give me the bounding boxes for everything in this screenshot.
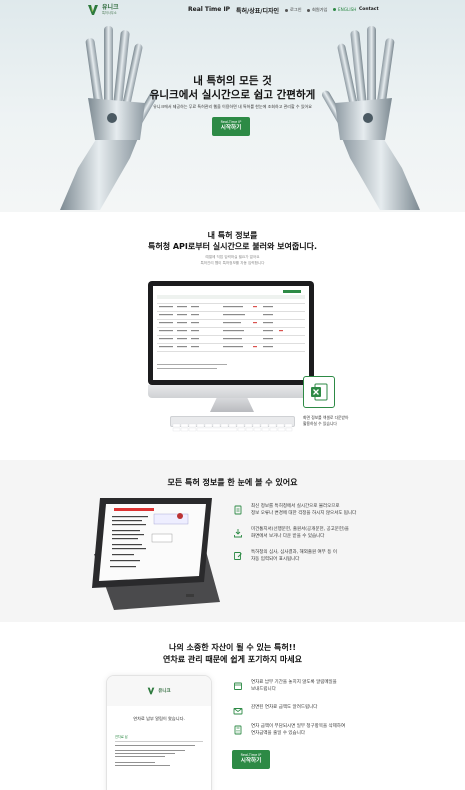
feature-claims-line1: 연차 금액이 부담되시면 일부 청구항목을 삭제하여 bbox=[251, 724, 345, 731]
excel-caption-line2: 활용하실 수 있습니다 bbox=[303, 421, 337, 427]
hero-btn-top-label: Real-Time IP bbox=[221, 121, 242, 124]
nav-item-realtime-ip[interactable]: Real Time IP bbox=[188, 6, 230, 13]
keyboard-image bbox=[170, 416, 295, 427]
feature-download-line2: 화면에서 보거나 다운 받을 수 있습니다 bbox=[251, 534, 349, 541]
mail-icon bbox=[233, 706, 243, 716]
annuity-title-line1: 나의 소중한 자산이 될 수 있는 특허!! bbox=[0, 642, 465, 653]
feature-autofill: 특허청의 심사, 심사결과, 해외출원 여부 등 이 자동 입력되어 표시됩니다 bbox=[233, 550, 337, 564]
feature-reduce-claims: 연차 금액이 부담되시면 일부 청구항목을 삭제하여 연차금액을 줄일 수 있습… bbox=[233, 724, 345, 738]
feature-alert-line1: 연차료 납부 기간을 놓치지 않도록 알림메일을 bbox=[251, 680, 337, 687]
annuity-section: 나의 소중한 자산이 될 수 있는 특허!! 연차료 관리 때문에 쉽게 포기하… bbox=[0, 622, 465, 790]
monitor-stand bbox=[210, 398, 254, 412]
feature-alert-line2: 보내드립니다 bbox=[251, 687, 337, 694]
calendar-icon bbox=[233, 681, 243, 691]
document-icon bbox=[233, 505, 243, 515]
phone-email-label: 연차료 납 bbox=[115, 734, 203, 739]
logo-mark-icon bbox=[87, 4, 99, 16]
feature-realtime-line1: 최신 정보를 특허청에서 실시간으로 불러오므로 bbox=[251, 504, 356, 511]
robot-hand-right-image bbox=[300, 18, 420, 210]
robot-hand-left-image bbox=[60, 18, 180, 210]
tablet-image bbox=[84, 494, 224, 612]
hero-title-line1: 내 특허의 모든 것 bbox=[0, 73, 465, 88]
logo-subtext: 특허사무소 bbox=[102, 12, 119, 15]
keyboard-keys bbox=[171, 423, 294, 432]
patent-table-screenshot bbox=[153, 286, 309, 380]
api-title-line1: 내 특허 정보를 bbox=[0, 230, 465, 241]
globe-icon bbox=[333, 8, 336, 11]
nav-english[interactable]: ENGLISH bbox=[333, 7, 356, 12]
tablet-illustration bbox=[84, 494, 224, 612]
calculator-icon bbox=[233, 725, 243, 735]
api-desc-line1: 예열에 직접 입력하실 필요가 없어요 bbox=[0, 255, 465, 260]
annuity-title-line2: 연차료 관리 때문에 쉽게 포기하지 마세요 bbox=[0, 654, 465, 665]
feature-download: 미건통지서(선행문헌, 출원서(공개문헌, 공고문헌)을 화면에서 보거나 다운… bbox=[233, 527, 349, 541]
annuity-btn-top-label: Real-Time IP bbox=[241, 754, 262, 757]
phone-email-body bbox=[115, 742, 205, 772]
logo-text: 유니크 bbox=[102, 5, 119, 11]
nav-contact[interactable]: Contact bbox=[359, 7, 379, 12]
overview-title: 모든 특허 정보를 한 눈에 볼 수 있어요 bbox=[0, 477, 465, 488]
api-desc-line2: 특허관리 웹이 특허정보를 자동 입력합니다 bbox=[0, 261, 465, 266]
api-title-line2: 특허청 API로부터 실시간으로 불러와 보여줍니다. bbox=[0, 241, 465, 252]
feature-realtime: 최신 정보를 특허청에서 실시간으로 불러오므로 정보 오류나 변경에 대한 걱… bbox=[233, 504, 356, 518]
excel-download[interactable] bbox=[303, 376, 335, 408]
feature-claims-line2: 연차금액을 줄일 수 있습니다 bbox=[251, 731, 345, 738]
logo[interactable]: 유니크 특허사무소 bbox=[87, 4, 119, 16]
feature-reduced-line1: 감면된 연차료 금액도 알려드립니다 bbox=[251, 705, 317, 712]
api-section: 내 특허 정보를 특허청 API로부터 실시간으로 불러와 보여줍니다. 예열에… bbox=[0, 212, 465, 460]
monitor-screen bbox=[153, 286, 309, 380]
feature-reduced-fee: 감면된 연차료 금액도 알려드립니다 bbox=[233, 705, 317, 716]
hero-btn-label: 시작하기 bbox=[221, 125, 242, 132]
download-icon bbox=[233, 528, 243, 538]
nav-item-patent[interactable]: 특허/상표/디자인 bbox=[236, 6, 279, 15]
hero-start-button[interactable]: Real-Time IP 시작하기 bbox=[212, 117, 250, 136]
nav-login[interactable]: 로그인 bbox=[285, 7, 302, 13]
feature-autofill-line2: 자동 입력되어 표시됩니다 bbox=[251, 557, 337, 564]
phone-header: 유니크 bbox=[107, 676, 211, 706]
feature-alert-mail: 연차료 납부 기간을 놓치지 않도록 알림메일을 보내드립니다 bbox=[233, 680, 337, 694]
annuity-start-button[interactable]: Real-Time IP 시작하기 bbox=[232, 750, 270, 769]
annuity-btn-label: 시작하기 bbox=[241, 758, 262, 765]
edit-icon bbox=[233, 551, 243, 561]
user-icon bbox=[307, 9, 310, 12]
nav-signup[interactable]: 회원가입 bbox=[307, 7, 327, 13]
top-nav: 유니크 특허사무소 Real Time IP 특허/상표/디자인 로그인 회원가… bbox=[0, 0, 465, 20]
nav-english-label: ENGLISH bbox=[338, 7, 356, 12]
phone-logo-text: 유니크 bbox=[158, 688, 170, 694]
monitor-image bbox=[148, 281, 314, 385]
phone-email-title: 연차료 납부 알림이 왔습니다. bbox=[115, 716, 203, 722]
phone-logo-icon bbox=[147, 687, 155, 695]
hero-section: 유니크 특허사무소 Real Time IP 특허/상표/디자인 로그인 회원가… bbox=[0, 0, 465, 212]
nav-signup-label: 회원가입 bbox=[312, 7, 327, 13]
phone-mockup: 유니크 연차료 납부 알림이 왔습니다. 연차료 납 bbox=[106, 675, 212, 790]
overview-section: 모든 특허 정보를 한 눈에 볼 수 있어요 최신 정보를 특허청에서 실시간으… bbox=[0, 460, 465, 622]
login-icon bbox=[285, 9, 288, 12]
hero-title-line2: 유니크에서 실시간으로 쉽고 간편하게 bbox=[0, 87, 465, 102]
hero-subtitle: 유니크에서 제공하는 무료 특허관리 웹을 이용하면 내 특허를 한눈에 조회하… bbox=[0, 104, 465, 110]
feature-download-line1: 미건통지서(선행문헌, 출원서(공개문헌, 공고문헌)을 bbox=[251, 527, 349, 534]
nav-login-label: 로그인 bbox=[290, 7, 302, 13]
monitor-chin bbox=[148, 385, 314, 398]
feature-realtime-line2: 정보 오류나 변경에 대한 걱정을 하시지 않으셔도 됩니다 bbox=[251, 511, 356, 518]
excel-icon bbox=[309, 382, 329, 402]
feature-autofill-line1: 특허청의 심사, 심사결과, 해외출원 여부 등 이 bbox=[251, 550, 337, 557]
